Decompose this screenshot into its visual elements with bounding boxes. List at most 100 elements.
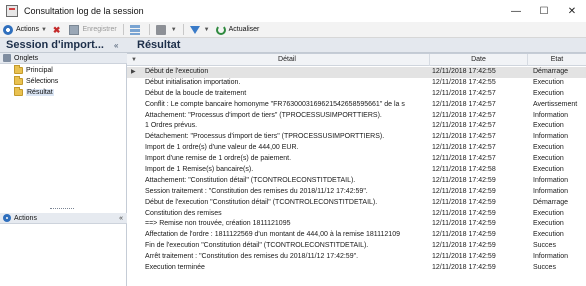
cell-date: 12/11/2018 17:42:57 bbox=[432, 89, 496, 97]
save-label: Enregistrer bbox=[82, 26, 117, 33]
cell-etat: Succes bbox=[533, 242, 556, 250]
folder-icon bbox=[14, 87, 23, 96]
table-row[interactable]: Détachement: "Processus d'import de tier… bbox=[127, 132, 586, 143]
gear-icon bbox=[3, 24, 13, 35]
table-row[interactable]: ==> Remise non trouvée, création 1811121… bbox=[127, 219, 586, 230]
onglets-label: Onglets bbox=[14, 54, 39, 62]
log-grid: ▼ Détail Date Etat ▶ Début de l'execution… bbox=[127, 53, 586, 286]
cell-date: 12/11/2018 17:42:57 bbox=[432, 155, 496, 163]
tab-resultat[interactable]: Résultat bbox=[0, 87, 127, 98]
window-title: Consultation log de la session bbox=[24, 6, 144, 16]
header-band: Session d'import... « Résultat bbox=[0, 38, 586, 53]
table-row[interactable]: Constitution des remises 12/11/2018 17:42… bbox=[127, 209, 586, 220]
column-header-detail[interactable]: Détail bbox=[145, 54, 430, 66]
cell-etat: Information bbox=[533, 253, 569, 261]
cell-date: 12/11/2018 17:42:59 bbox=[432, 231, 496, 239]
cell-detail: Attachement: "Constitution détail" (TCON… bbox=[145, 176, 356, 184]
cell-detail: Début de l'execution "Constitution détai… bbox=[145, 198, 378, 206]
close-button[interactable]: ✕ bbox=[558, 0, 586, 22]
cell-detail: Constitution des remises bbox=[145, 209, 222, 217]
tab-label: Sélections bbox=[26, 78, 59, 85]
grid-rows: ▶ Début de l'execution 12/11/2018 17:42:55… bbox=[127, 67, 586, 274]
cell-date: 12/11/2018 17:42:59 bbox=[432, 264, 496, 272]
table-row[interactable]: Affectation de l'ordre : 1811122569 d'un… bbox=[127, 230, 586, 241]
actions-menu-button[interactable]: Actions ▼ bbox=[0, 22, 50, 38]
save-button[interactable]: Enregistrer bbox=[66, 22, 119, 38]
table-row[interactable]: Attachement: "Constitution détail" (TCON… bbox=[127, 176, 586, 187]
table-row[interactable]: Début initialisation importation. 12/11/2… bbox=[127, 78, 586, 89]
cell-date: 12/11/2018 17:42:59 bbox=[432, 253, 496, 261]
panel-splitter[interactable] bbox=[50, 208, 74, 210]
table-row[interactable]: 1 Ordres prévus. 12/11/2018 17:42:57 Execu… bbox=[127, 121, 586, 132]
refresh-icon bbox=[215, 24, 226, 35]
table-row[interactable]: Arrêt traitement : "Constitution des rem… bbox=[127, 252, 586, 263]
cell-detail: Affectation de l'ordre : 1811122569 d'un… bbox=[145, 231, 400, 239]
cell-etat: Execution bbox=[533, 78, 564, 86]
chevron-up-icon[interactable]: « bbox=[119, 215, 123, 222]
cell-date: 12/11/2018 17:42:59 bbox=[432, 198, 496, 206]
cell-detail: Import de 1 Remise(s) bancaire(s). bbox=[145, 166, 254, 174]
cell-etat: Information bbox=[533, 176, 569, 184]
refresh-button[interactable]: Actualiser bbox=[213, 22, 263, 38]
cell-etat: Information bbox=[533, 133, 569, 141]
onglets-header[interactable]: Onglets bbox=[0, 53, 127, 64]
folder-icon bbox=[14, 76, 23, 85]
cell-date: 12/11/2018 17:42:57 bbox=[432, 133, 496, 141]
actions-label: Actions bbox=[14, 214, 37, 222]
cell-etat: Information bbox=[533, 111, 569, 119]
layers-icon bbox=[129, 24, 140, 35]
column-header-etat[interactable]: Etat bbox=[528, 54, 586, 66]
cell-etat: Succes bbox=[533, 264, 556, 272]
cell-etat: Execution bbox=[533, 144, 564, 152]
tab-principal[interactable]: Principal bbox=[0, 65, 127, 76]
cell-detail: Import d'une remise de 1 ordre(s) de pai… bbox=[145, 155, 292, 163]
cell-etat: Execution bbox=[533, 209, 564, 217]
cell-date: 12/11/2018 17:42:57 bbox=[432, 144, 496, 152]
cell-etat: Execution bbox=[533, 155, 564, 163]
tabs-tree: Principal Sélections Résultat bbox=[0, 65, 127, 98]
delete-button[interactable]: ✖ bbox=[50, 22, 67, 38]
layers-button[interactable] bbox=[127, 22, 146, 38]
table-row[interactable]: Début de la boucle de traitement 12/11/20… bbox=[127, 89, 586, 100]
table-row[interactable]: Session traitement : "Constitution des r… bbox=[127, 187, 586, 198]
tab-selections[interactable]: Sélections bbox=[0, 76, 127, 87]
filter-button[interactable]: ▼ bbox=[187, 22, 213, 38]
cell-date: 12/11/2018 17:42:57 bbox=[432, 111, 496, 119]
table-row[interactable]: Import de 1 Remise(s) bancaire(s). 12/11/… bbox=[127, 165, 586, 176]
cell-detail: Session traitement : "Constitution des r… bbox=[145, 187, 368, 195]
table-row[interactable]: Execution terminée 12/11/2018 17:42:59 Suc… bbox=[127, 263, 586, 274]
cell-date: 12/11/2018 17:42:57 bbox=[432, 122, 496, 130]
table-row[interactable]: ▶ Début de l'execution 12/11/2018 17:42:55… bbox=[127, 67, 586, 78]
table-row[interactable]: Attachement: "Processus d'import de tier… bbox=[127, 111, 586, 122]
title-bar: Consultation log de la session — ☐ ✕ bbox=[0, 0, 586, 22]
cell-detail: Détachement: "Processus d'import de tier… bbox=[145, 133, 385, 141]
column-header-date[interactable]: Date bbox=[430, 54, 528, 66]
delete-icon: ✖ bbox=[52, 24, 61, 35]
maximize-button[interactable]: ☐ bbox=[530, 0, 558, 22]
print-button[interactable]: ▼ bbox=[153, 22, 180, 38]
window-controls: — ☐ ✕ bbox=[502, 0, 586, 22]
grid-header: ▼ Détail Date Etat bbox=[127, 54, 586, 66]
table-row[interactable]: Conflit : Le compte bancaire homonyme "F… bbox=[127, 100, 586, 111]
toolbar-separator bbox=[182, 24, 184, 35]
cell-date: 12/11/2018 17:42:55 bbox=[432, 78, 496, 86]
cell-etat: Démarrage bbox=[533, 198, 569, 206]
cell-etat: Information bbox=[533, 187, 569, 195]
cell-date: 12/11/2018 17:42:59 bbox=[432, 220, 496, 228]
tab-label: Principal bbox=[26, 67, 53, 74]
table-row[interactable]: Début de l'execution "Constitution détai… bbox=[127, 198, 586, 209]
expand-toggle-icon[interactable]: ▼ bbox=[131, 54, 139, 66]
save-icon bbox=[69, 24, 80, 35]
toolbar: Actions ▼ ✖ Enregistrer ▼ ▼ Actualiser bbox=[0, 22, 586, 38]
minimize-button[interactable]: — bbox=[502, 0, 530, 22]
collapse-panel-button[interactable]: « bbox=[114, 38, 118, 53]
table-row[interactable]: Import de 1 ordre(s) d'une valeur de 444… bbox=[127, 143, 586, 154]
actions-header[interactable]: Actions « bbox=[0, 213, 127, 224]
actions-menu-label: Actions bbox=[16, 26, 39, 33]
table-row[interactable]: Import d'une remise de 1 ordre(s) de pai… bbox=[127, 154, 586, 165]
cell-detail: Fin de l'execution "Constitution détail"… bbox=[145, 242, 369, 250]
cell-etat: Execution bbox=[533, 220, 564, 228]
table-row[interactable]: Fin de l'execution "Constitution détail"… bbox=[127, 241, 586, 252]
cell-detail: 1 Ordres prévus. bbox=[145, 122, 198, 130]
refresh-label: Actualiser bbox=[228, 26, 260, 33]
